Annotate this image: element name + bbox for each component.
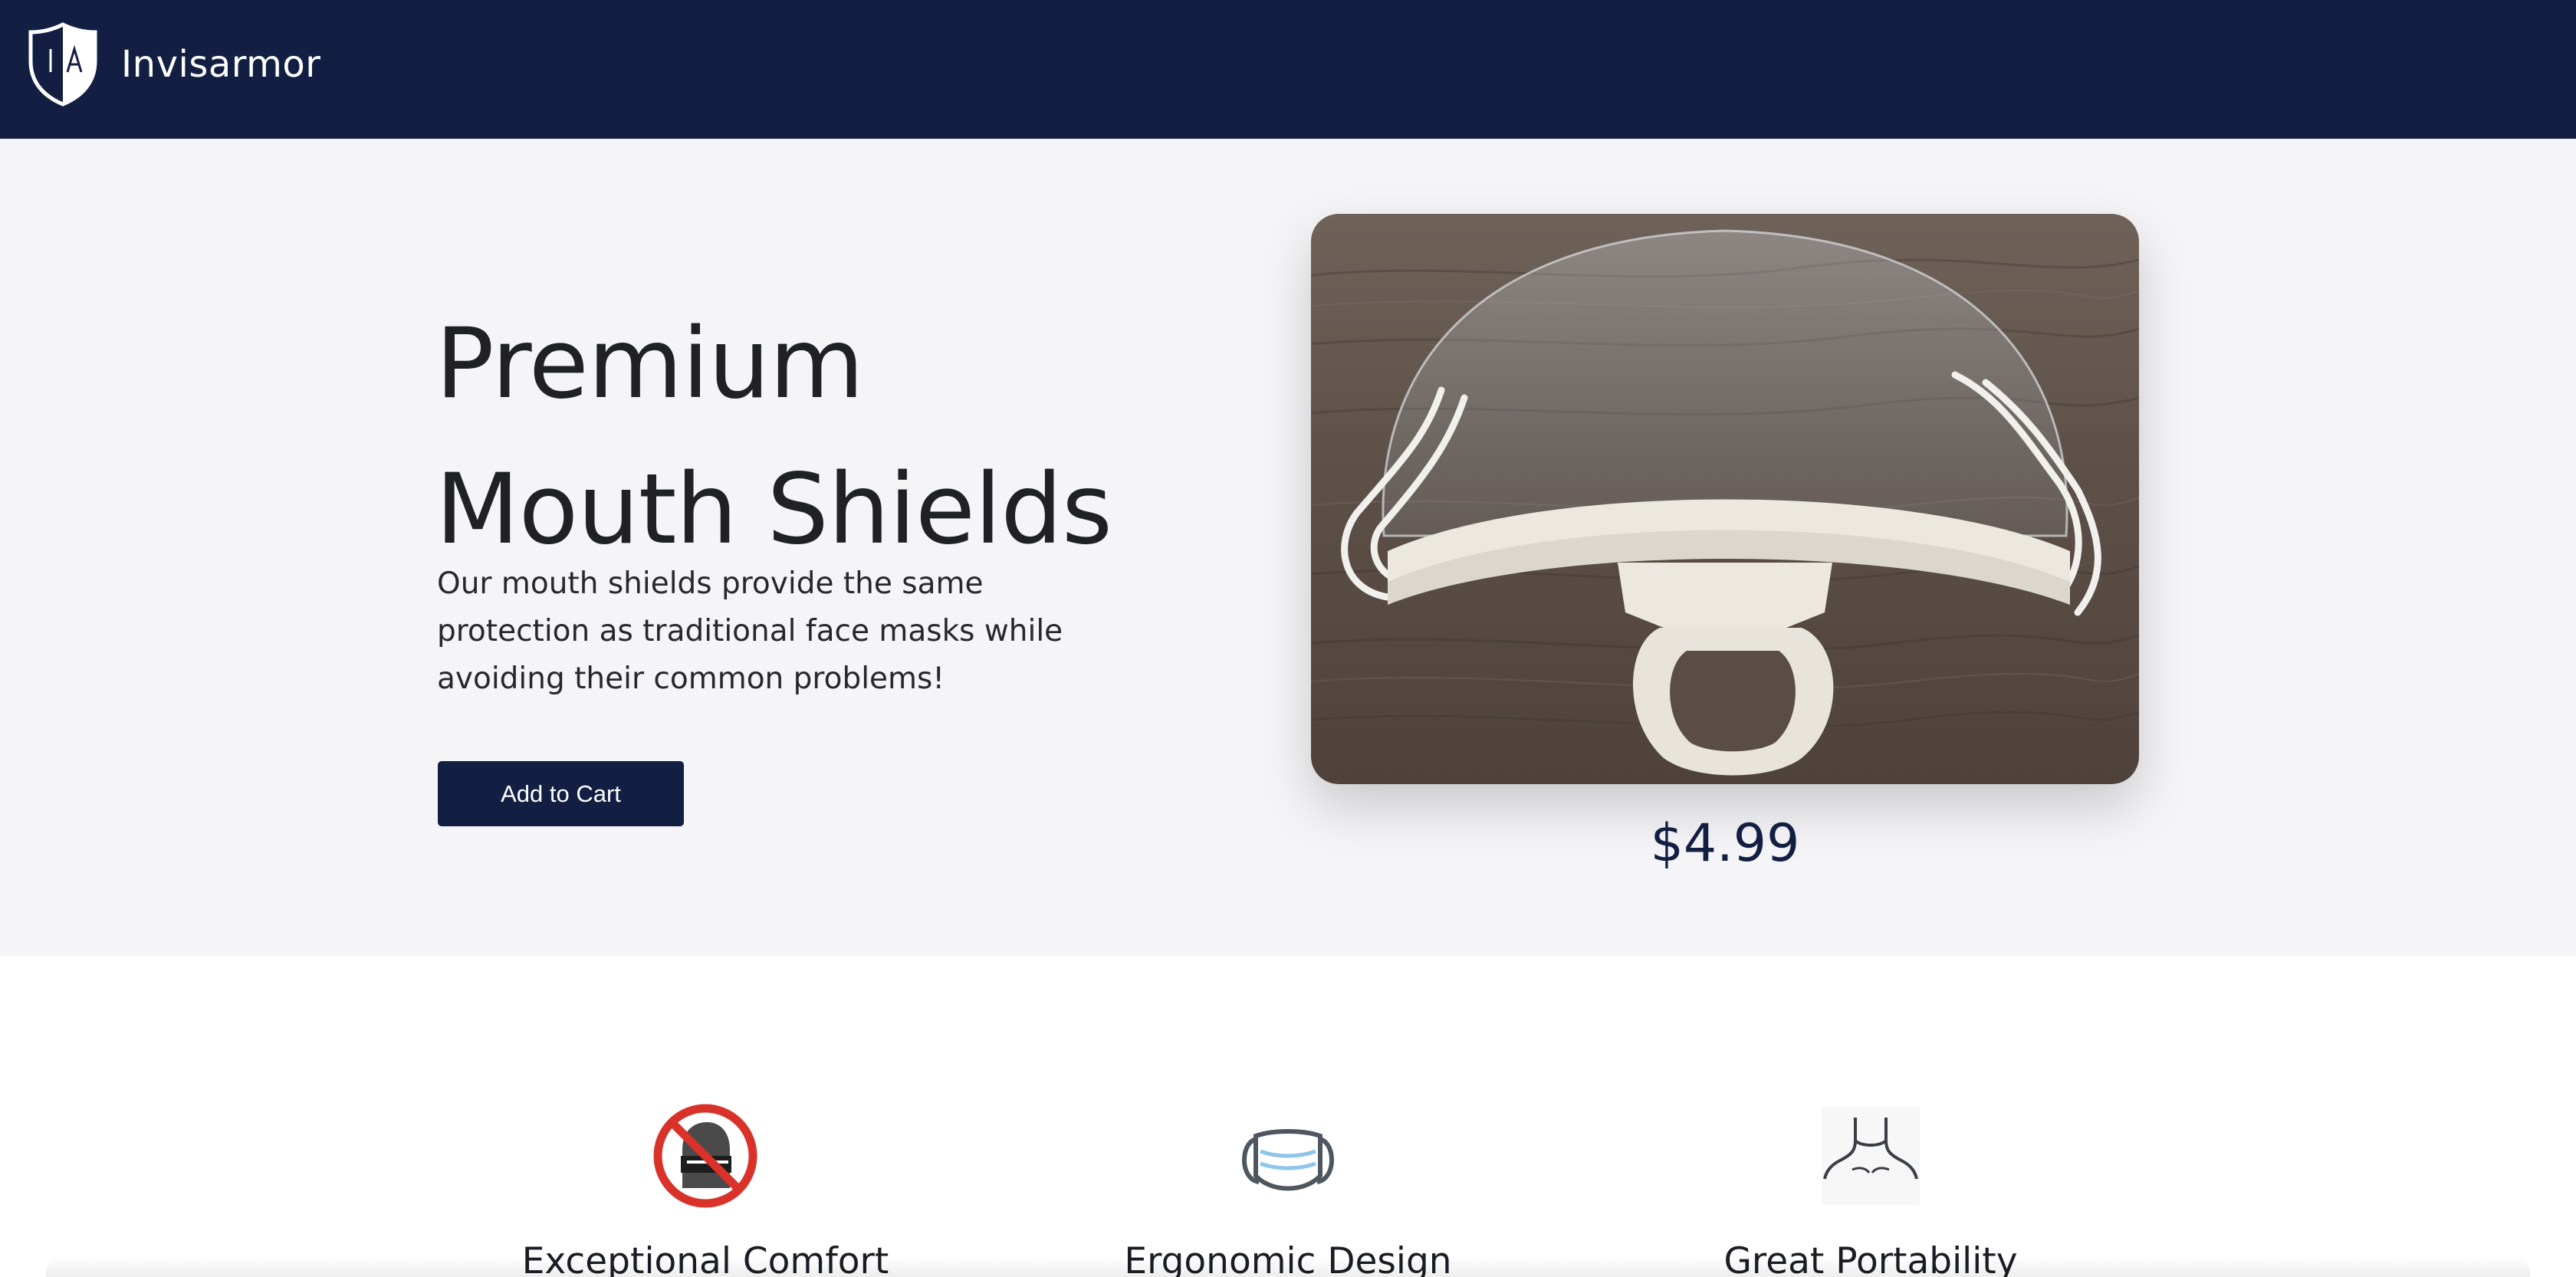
no-mask-icon (653, 1104, 757, 1208)
hero-title: Premium Mouth Shields (435, 291, 1125, 582)
brand-home-link[interactable]: Invisarmor (28, 21, 321, 107)
hero-section: Premium Mouth Shields Our mouth shields … (0, 139, 2576, 956)
top-navbar: Invisarmor (0, 0, 2576, 139)
bottom-card-shadow (46, 1257, 2530, 1277)
features-section: Exceptional Comfort Ergonomic Design Gre… (0, 956, 2576, 1277)
face-mask-icon (1242, 1129, 1334, 1191)
feature-exceptional-comfort: Exceptional Comfort (475, 1102, 935, 1277)
brand-name: Invisarmor (121, 43, 321, 86)
add-to-cart-button[interactable]: Add to Cart (438, 761, 684, 826)
hero-description: Our mouth shields provide the same prote… (437, 566, 1063, 696)
hero-title-line-2: Mouth Shields (435, 452, 1112, 566)
feature-ergonomic-design: Ergonomic Design (1058, 1102, 1518, 1277)
hero-title-line-1: Premium (435, 307, 864, 420)
product-price: $4.99 (1650, 813, 1800, 874)
neck-person-icon (1822, 1107, 1920, 1205)
feature-great-portability: Great Portability (1641, 1102, 2101, 1277)
product-image (1311, 214, 2139, 784)
shield-logo-icon (28, 22, 97, 107)
